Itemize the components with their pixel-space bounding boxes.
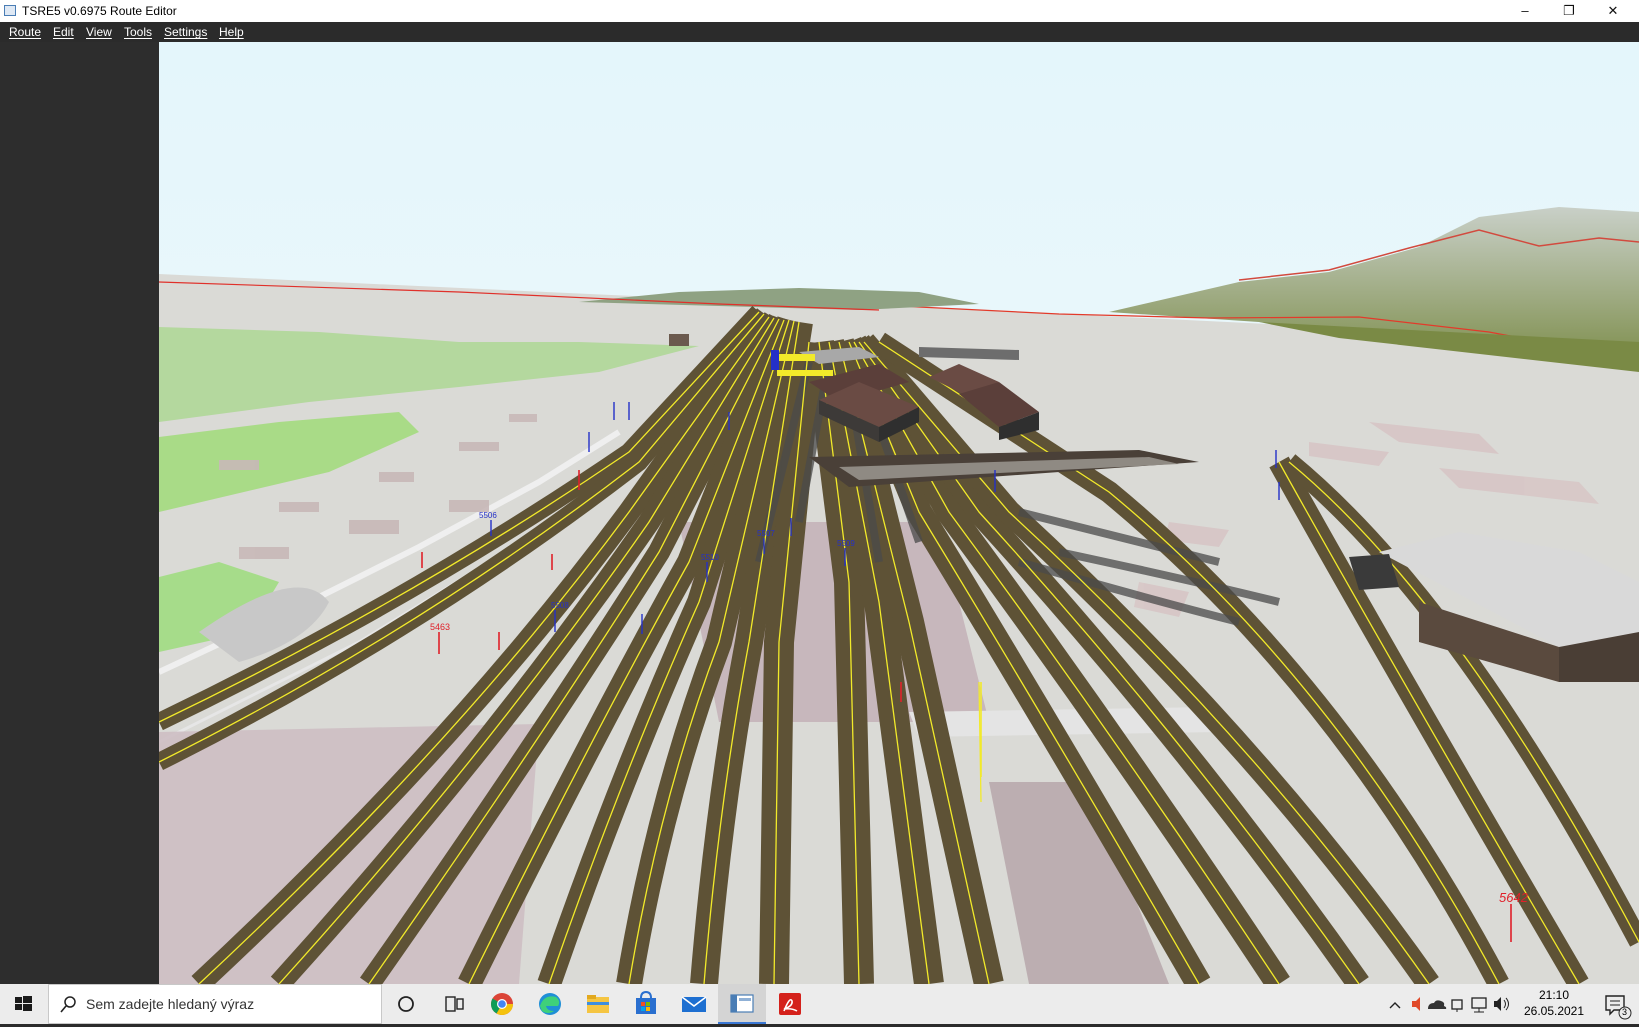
app-window-icon (4, 5, 16, 16)
restore-button[interactable]: ❐ (1547, 0, 1591, 22)
system-tray (1382, 984, 1522, 1024)
file-explorer-taskbar-button[interactable] (574, 984, 622, 1024)
route-scene[interactable]: 5506 5507 5508 5509 5510 5463 5642 (159, 42, 1639, 984)
tsre5-app-icon (730, 994, 754, 1013)
close-button[interactable]: ✕ (1591, 0, 1635, 22)
acrobat-taskbar-button[interactable] (766, 984, 814, 1024)
menu-help[interactable]: Help (219, 25, 244, 39)
acrobat-icon (779, 993, 801, 1015)
store-taskbar-button[interactable] (622, 984, 670, 1024)
tool-side-panel (0, 42, 159, 984)
show-hidden-icons-icon (1389, 1002, 1401, 1009)
menu-route[interactable]: Route (9, 25, 41, 39)
cortana-icon (398, 996, 414, 1012)
notification-icon (1605, 995, 1632, 1020)
search-icon (60, 996, 76, 1013)
edge-taskbar-button[interactable] (526, 984, 574, 1024)
menu-tools[interactable]: Tools (124, 25, 152, 39)
task-view-button[interactable] (430, 984, 478, 1024)
track-label: 5506 (479, 511, 497, 520)
track-label: 5642 (1499, 890, 1529, 905)
track-label: 5508 (551, 601, 569, 610)
track-label: 5463 (430, 622, 450, 632)
speaker-alert-icon (1412, 997, 1420, 1011)
notification-count: 3 (1622, 1007, 1628, 1017)
menu-edit[interactable]: Edit (53, 25, 74, 39)
taskbar-clock[interactable]: 21:10 26.05.2021 (1522, 987, 1586, 1019)
mail-taskbar-button[interactable] (670, 984, 718, 1024)
windows-start-icon (15, 996, 32, 1011)
notification-center-button[interactable]: 3 (1594, 984, 1639, 1024)
start-button[interactable] (0, 984, 46, 1024)
clock-time: 21:10 (1538, 988, 1570, 1002)
menu-view[interactable]: View (86, 25, 112, 39)
chrome-icon (491, 993, 513, 1015)
windows-taskbar: Sem zadejte hledaný výraz 21:10 26.05.20… (0, 984, 1639, 1024)
mail-icon (681, 996, 707, 1012)
task-view-icon (445, 996, 464, 1012)
3d-route-viewport[interactable]: 5506 5507 5508 5509 5510 5463 5642 (159, 42, 1639, 984)
file-explorer-icon (587, 995, 609, 1013)
store-icon (636, 990, 656, 1014)
tsre5-taskbar-button[interactable] (718, 984, 766, 1024)
clock-date: 26.05.2021 (1523, 1004, 1585, 1018)
volume-icon (1494, 997, 1509, 1011)
track-label: 5510 (701, 553, 719, 562)
search-placeholder: Sem zadejte hledaný výraz (86, 996, 255, 1012)
menu-bar: Route Edit View Tools Settings Help (0, 22, 1639, 42)
network-icon (1471, 997, 1487, 1013)
window-title: TSRE5 v0.6975 Route Editor (22, 4, 177, 18)
cortana-button[interactable] (382, 984, 430, 1024)
title-bar: TSRE5 v0.6975 Route Editor – ❐ ✕ (0, 0, 1639, 22)
minimize-button[interactable]: – (1503, 0, 1547, 22)
edge-icon (539, 993, 561, 1015)
onedrive-icon (1428, 1000, 1447, 1009)
chrome-taskbar-button[interactable] (478, 984, 526, 1024)
usb-device-icon (1451, 999, 1463, 1012)
track-label: 5509 (837, 539, 855, 548)
track-label: 5507 (757, 529, 775, 538)
taskbar-search-box[interactable]: Sem zadejte hledaný výraz (48, 984, 382, 1024)
menu-settings[interactable]: Settings (164, 25, 207, 39)
